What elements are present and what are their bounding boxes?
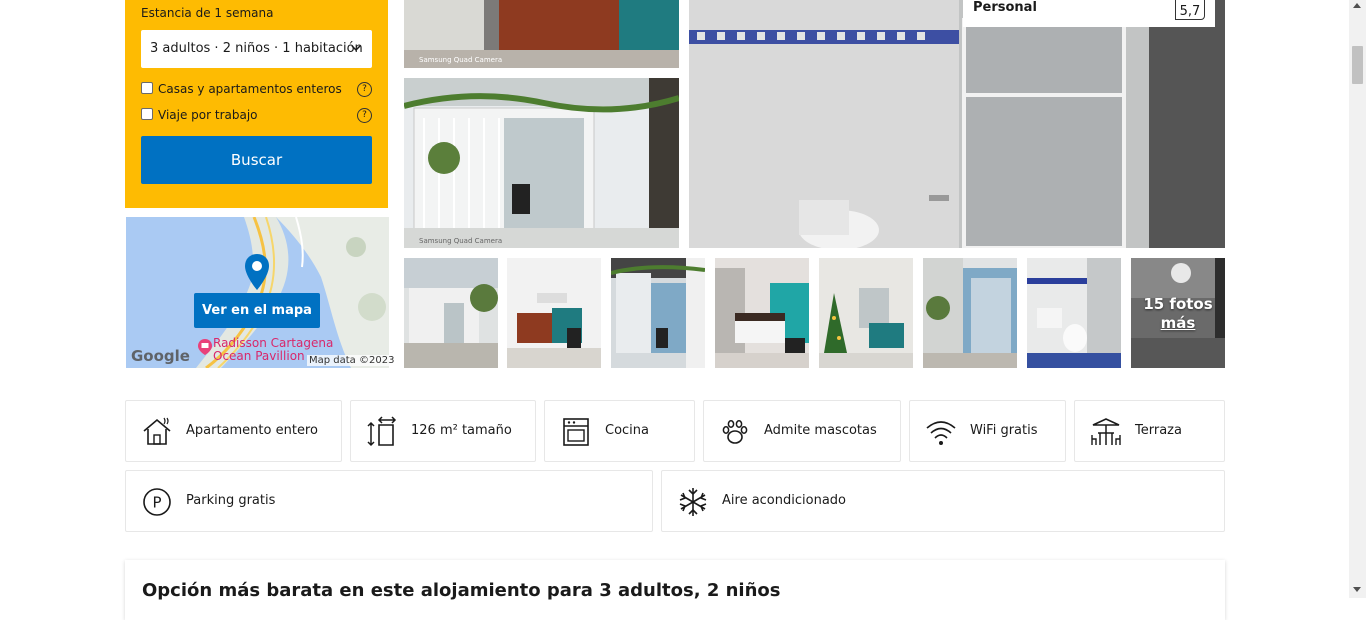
facility-label: Aire acondicionado: [722, 493, 846, 508]
photo-thumbnail[interactable]: [923, 258, 1017, 368]
facility-entire-apartment: Apartamento entero: [125, 400, 342, 462]
chevron-down-icon: [350, 30, 362, 83]
guests-rooms-value: 3 adultos · 2 niños · 1 habitación: [150, 41, 363, 56]
more-photos-label[interactable]: 15 fotos más: [1131, 295, 1225, 333]
facility-label: Admite mascotas: [764, 423, 877, 438]
facility-label: Parking gratis: [186, 493, 276, 508]
photo-entrance[interactable]: Samsung Quad Camera: [404, 78, 679, 248]
search-button[interactable]: Buscar: [141, 136, 372, 184]
facility-label: WiFi gratis: [970, 423, 1038, 438]
review-score-badge: 5,7: [1175, 0, 1205, 20]
business-trip-label: Viaje por trabajo: [158, 108, 258, 122]
scrollbar-thumb[interactable]: [1352, 46, 1363, 84]
kitchen-icon: [563, 418, 589, 446]
stay-length-label: Estancia de 1 semana: [141, 6, 274, 20]
review-category-card: Personal 5,7: [963, 0, 1215, 27]
facility-air-conditioning: Aire acondicionado: [661, 470, 1225, 532]
house-icon: [143, 417, 171, 445]
facility-label: Cocina: [605, 423, 649, 438]
show-on-map-button[interactable]: Ver en el mapa: [194, 293, 320, 328]
facility-label: Terraza: [1135, 423, 1182, 438]
google-logo: Google: [131, 347, 190, 365]
photo-room[interactable]: Samsung Quad Camera: [404, 0, 679, 68]
facility-label: Apartamento entero: [186, 423, 318, 438]
scroll-down-arrow-icon[interactable]: [1353, 587, 1361, 592]
hotel-marker-icon: [198, 339, 212, 355]
paw-icon: [722, 420, 748, 444]
facility-size: 126 m² tamaño: [350, 400, 536, 462]
cheapest-option-card: Opción más barata en este alojamiento pa…: [125, 560, 1225, 620]
business-trip-option[interactable]: Viaje por trabajo ?: [141, 107, 372, 125]
photo-thumbnail[interactable]: [715, 258, 809, 368]
photo-bathroom[interactable]: [689, 0, 1225, 248]
more-photos-suffix: más: [1160, 314, 1196, 332]
location-pin-icon: [245, 254, 269, 290]
photo-thumbnail[interactable]: [507, 258, 601, 368]
business-trip-checkbox[interactable]: [141, 108, 153, 120]
facility-wifi: WiFi gratis: [909, 400, 1066, 462]
review-category-label: Personal: [973, 0, 1037, 15]
facility-label: 126 m² tamaño: [411, 423, 512, 438]
facility-terrace: Terraza: [1074, 400, 1225, 462]
parking-icon: P: [143, 488, 171, 516]
photo-thumbnail[interactable]: [1027, 258, 1121, 368]
photo-thumbnail[interactable]: [404, 258, 498, 368]
facility-parking: P Parking gratis: [125, 470, 653, 532]
entire-homes-option[interactable]: Casas y apartamentos enteros ?: [141, 81, 372, 99]
guests-rooms-select[interactable]: 3 adultos · 2 niños · 1 habitación: [141, 30, 372, 68]
area-size-icon: [367, 416, 397, 447]
search-panel: Estancia de 1 semana 3 adultos · 2 niños…: [125, 0, 388, 208]
terrace-icon: [1091, 418, 1121, 445]
svg-text:P: P: [152, 494, 161, 512]
facility-pets: Admite mascotas: [703, 400, 901, 462]
page-scrollbar[interactable]: [1349, 0, 1366, 598]
more-photos-count: 15 fotos: [1143, 295, 1213, 313]
help-icon[interactable]: ?: [357, 108, 372, 123]
scroll-up-arrow-icon[interactable]: [1353, 3, 1361, 8]
wifi-icon: [926, 421, 956, 445]
map-credit: Map data ©2023: [307, 355, 397, 366]
photo-watermark: Samsung Quad Camera: [419, 237, 502, 245]
photo-thumbnail[interactable]: [819, 258, 913, 368]
photo-thumbnail[interactable]: [611, 258, 705, 368]
entire-homes-label: Casas y apartamentos enteros: [158, 82, 342, 96]
help-icon[interactable]: ?: [357, 82, 372, 97]
photo-watermark: Samsung Quad Camera: [419, 56, 502, 64]
facility-kitchen: Cocina: [544, 400, 695, 462]
entire-homes-checkbox[interactable]: [141, 82, 153, 94]
snowflake-icon: [679, 488, 707, 516]
